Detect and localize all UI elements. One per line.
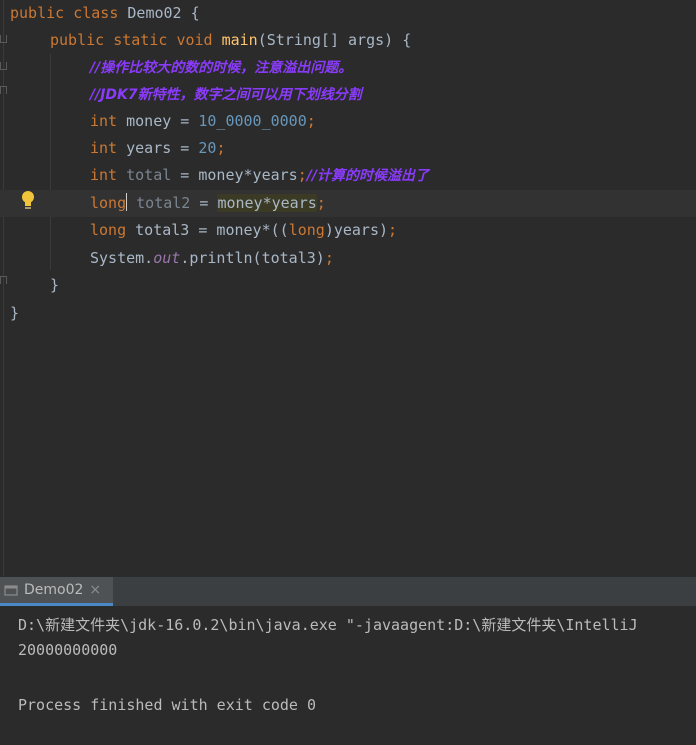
close-icon[interactable]: × xyxy=(89,582,101,598)
code-text: total3 = money*(( xyxy=(126,221,289,239)
tab-label: Demo02 xyxy=(24,582,84,598)
code-text: } xyxy=(50,276,60,294)
code-text: = money*years xyxy=(171,166,298,184)
indent-guide xyxy=(50,54,51,270)
method-name: main xyxy=(221,31,258,49)
code-line[interactable]: int money = 10_0000_0000; xyxy=(90,108,316,135)
number-literal: 10_0000_0000 xyxy=(198,112,307,130)
number-literal: 20 xyxy=(198,139,217,157)
code-text: Demo02 { xyxy=(118,4,200,22)
semicolon: ; xyxy=(316,194,326,212)
comment: //JDK7新特性，数字之间可以用下划线分割 xyxy=(90,87,362,103)
semicolon: ; xyxy=(216,139,226,157)
run-tab-bar: Demo02 × xyxy=(0,577,696,606)
fold-marker[interactable] xyxy=(0,62,7,70)
fold-marker[interactable] xyxy=(0,276,7,284)
unused-variable: total2 xyxy=(136,194,191,212)
code-line[interactable]: int years = 20; xyxy=(90,135,225,162)
text-caret xyxy=(126,193,128,211)
keyword: long xyxy=(90,194,127,212)
semicolon: ; xyxy=(297,166,307,184)
keyword: class xyxy=(73,4,119,22)
code-editor[interactable]: public class Demo02 { public static void… xyxy=(0,0,696,576)
keyword: void xyxy=(176,31,213,49)
code-line[interactable]: } xyxy=(10,300,19,327)
code-text: years = xyxy=(117,139,199,157)
code-line-current[interactable]: long total2 = money*years; xyxy=(90,190,326,217)
code-line[interactable]: public class Demo02 { xyxy=(10,0,200,27)
code-text: .println(total3) xyxy=(180,249,325,267)
keyword: long xyxy=(90,221,127,239)
code-line[interactable]: //JDK7新特性，数字之间可以用下划线分割 xyxy=(90,81,362,108)
console-line: Process finished with exit code 0 xyxy=(18,696,317,714)
static-field: out xyxy=(153,249,181,267)
fold-marker[interactable] xyxy=(0,35,7,43)
run-config-icon xyxy=(4,585,18,596)
comment: //计算的时候溢出了 xyxy=(306,168,429,184)
code-line[interactable]: long total3 = money*((long)years); xyxy=(90,217,397,244)
semicolon: ; xyxy=(324,249,334,267)
console-line: D:\新建文件夹\jdk-16.0.2\bin\java.exe "-javaa… xyxy=(18,616,638,634)
keyword: long xyxy=(288,221,325,239)
code-text: (String[] args) { xyxy=(257,31,412,49)
highlighted-expression: money*years xyxy=(217,194,317,212)
code-text: System. xyxy=(90,249,154,267)
keyword: public xyxy=(50,31,105,49)
keyword: public xyxy=(10,4,65,22)
fold-marker[interactable] xyxy=(0,86,7,94)
keyword: static xyxy=(113,31,168,49)
code-line[interactable]: //操作比较大的数的时候，注意溢出问题。 xyxy=(90,54,352,81)
code-text: = xyxy=(190,194,218,212)
semicolon: ; xyxy=(306,112,316,130)
code-text: money = xyxy=(117,112,199,130)
lightbulb-icon[interactable] xyxy=(20,190,36,212)
console-line: 20000000000 xyxy=(18,641,118,659)
comment: //操作比较大的数的时候，注意溢出问题。 xyxy=(90,60,353,76)
code-text: )years) xyxy=(324,221,389,239)
code-line[interactable]: public static void main(String[] args) { xyxy=(50,27,411,54)
keyword: int xyxy=(90,112,118,130)
semicolon: ; xyxy=(388,221,398,239)
keyword: int xyxy=(90,139,118,157)
unused-variable: total xyxy=(126,166,172,184)
code-line[interactable]: } xyxy=(50,272,59,299)
tab-demo02[interactable]: Demo02 × xyxy=(0,577,114,606)
code-text: } xyxy=(10,304,20,322)
keyword: int xyxy=(90,166,118,184)
code-line[interactable]: System.out.println(total3); xyxy=(90,245,334,272)
code-line[interactable]: int total = money*years;//计算的时候溢出了 xyxy=(90,162,429,189)
